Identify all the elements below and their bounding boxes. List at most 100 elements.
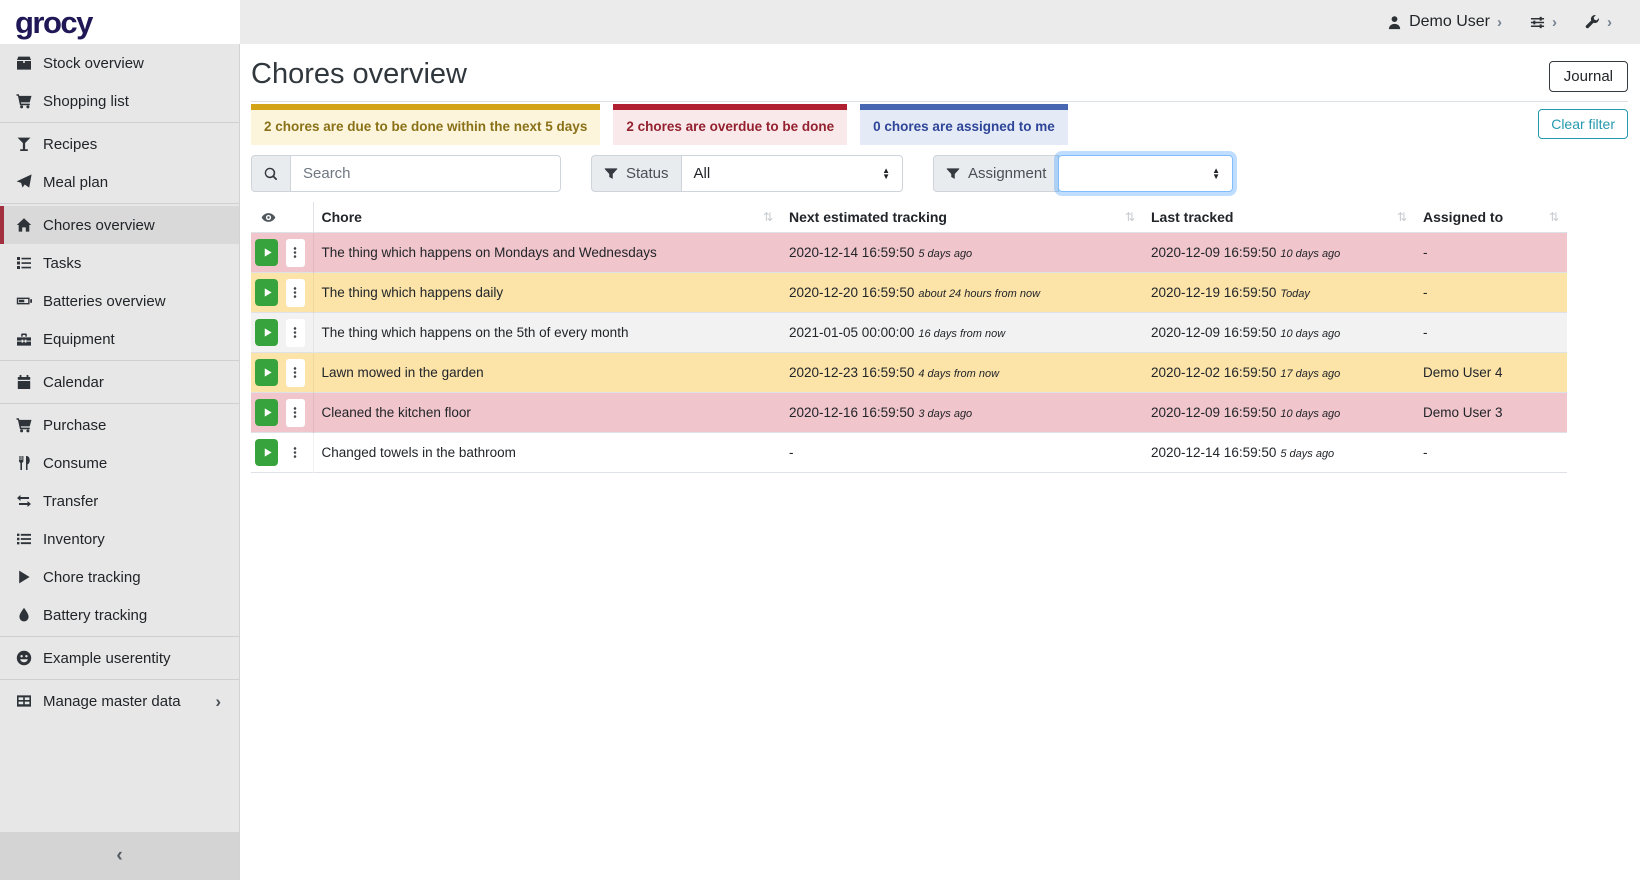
toolbox-icon xyxy=(14,331,34,347)
user-menu[interactable]: Demo User › xyxy=(1387,13,1502,31)
col-header-last-tracked[interactable]: Last tracked ⇅ xyxy=(1143,202,1415,233)
sidebar-item-label: Batteries overview xyxy=(43,293,166,310)
search-prepend xyxy=(251,155,291,192)
sidebar-item-label: Equipment xyxy=(43,331,115,348)
next-estimated-tracking: 2020-12-14 16:59:505 days ago xyxy=(781,233,1143,273)
search-input[interactable] xyxy=(291,155,561,192)
column-visibility-header[interactable] xyxy=(251,202,313,233)
chore-context-menu-button[interactable] xyxy=(286,279,304,307)
chore-context-menu-button[interactable] xyxy=(286,359,304,387)
track-chore-execution-button[interactable] xyxy=(255,279,278,306)
sidebar-item-shopping-list[interactable]: Shopping list xyxy=(0,82,239,120)
assigned-to: - xyxy=(1415,233,1567,273)
chore-row: The thing which happens daily2020-12-20 … xyxy=(251,273,1567,313)
status-prepend: Status xyxy=(591,155,682,192)
sidebar-item-chore-tracking[interactable]: Chore tracking xyxy=(0,558,239,596)
chore-name: Lawn mowed in the garden xyxy=(313,353,781,393)
next-estimated-tracking-value: - xyxy=(789,445,794,460)
banner-row: 2 chores are due to be done within the n… xyxy=(251,104,1628,145)
last-tracked-value: 2020-12-09 16:59:50 xyxy=(1151,325,1276,340)
clear-filter-button[interactable]: Clear filter xyxy=(1538,109,1628,139)
due-soon-banner: 2 chores are due to be done within the n… xyxy=(251,104,600,145)
page-title: Chores overview xyxy=(251,57,467,92)
list-icon xyxy=(14,531,34,547)
last-tracked-value: 2020-12-19 16:59:50 xyxy=(1151,285,1276,300)
battery-icon xyxy=(14,293,34,309)
topbar: grocy Demo User › › › xyxy=(0,0,1640,44)
assignment-filter-group: Assignment ▲▼ xyxy=(933,155,1233,192)
tasks-icon xyxy=(14,255,34,271)
exchange-icon xyxy=(14,493,34,509)
filter-icon xyxy=(604,167,618,181)
last-tracked: 2020-12-09 16:59:5010 days ago xyxy=(1143,313,1415,353)
next-estimated-tracking: 2020-12-16 16:59:503 days ago xyxy=(781,393,1143,433)
sidebar-item-consume[interactable]: Consume xyxy=(0,444,239,482)
chore-context-menu-button[interactable] xyxy=(286,319,304,347)
sidebar-item-battery-tracking[interactable]: Battery tracking xyxy=(0,596,239,634)
col-header-assigned-label: Assigned to xyxy=(1423,209,1503,225)
sidebar-item-label: Manage master data xyxy=(43,693,181,710)
sidebar-item-stock-overview[interactable]: Stock overview xyxy=(0,44,239,82)
sidebar-item-batteries-overview[interactable]: Batteries overview xyxy=(0,282,239,320)
last-tracked: 2020-12-09 16:59:5010 days ago xyxy=(1143,393,1415,433)
col-header-assigned-to[interactable]: Assigned to ⇅ xyxy=(1415,202,1567,233)
overdue-banner: 2 chores are overdue to be done xyxy=(613,104,847,145)
chore-context-menu-button[interactable] xyxy=(286,439,304,467)
sidebar-divider xyxy=(0,403,239,404)
sidebar-item-label: Shopping list xyxy=(43,93,129,110)
sidebar-item-example-userentity[interactable]: Example userentity xyxy=(0,639,239,677)
sliders-icon xyxy=(1530,15,1545,30)
assigned-to: - xyxy=(1415,273,1567,313)
assignment-select[interactable]: ▲▼ xyxy=(1058,155,1233,192)
sidebar-item-label: Tasks xyxy=(43,255,81,272)
col-header-last-label: Last tracked xyxy=(1151,209,1233,225)
chevron-right-icon: › xyxy=(1552,15,1557,30)
sidebar-item-label: Purchase xyxy=(43,417,106,434)
track-chore-execution-button[interactable] xyxy=(255,439,278,466)
sidebar-item-inventory[interactable]: Inventory xyxy=(0,520,239,558)
timeago-text: 3 days ago xyxy=(918,408,972,420)
row-actions xyxy=(251,233,313,273)
last-tracked: 2020-12-02 16:59:5017 days ago xyxy=(1143,353,1415,393)
sort-icon: ⇅ xyxy=(1549,210,1559,224)
sidebar-item-equipment[interactable]: Equipment xyxy=(0,320,239,358)
journal-button[interactable]: Journal xyxy=(1549,61,1628,92)
sidebar-item-label: Chores overview xyxy=(43,217,155,234)
sidebar-item-label: Example userentity xyxy=(43,650,171,667)
sidebar-divider xyxy=(0,122,239,123)
track-chore-execution-button[interactable] xyxy=(255,239,278,266)
sidebar-item-meal-plan[interactable]: Meal plan xyxy=(0,163,239,201)
sidebar-collapse-button[interactable]: ‹ xyxy=(0,832,239,880)
chores-table-body: The thing which happens on Mondays and W… xyxy=(251,233,1567,473)
chore-context-menu-button[interactable] xyxy=(286,239,304,267)
last-tracked-value: 2020-12-09 16:59:50 xyxy=(1151,405,1276,420)
next-estimated-tracking-value: 2020-12-20 16:59:50 xyxy=(789,285,914,300)
sidebar-item-recipes[interactable]: Recipes xyxy=(0,125,239,163)
cocktail-icon xyxy=(14,136,34,152)
last-tracked: 2020-12-19 16:59:50Today xyxy=(1143,273,1415,313)
row-actions xyxy=(251,313,313,353)
settings-menu[interactable]: › xyxy=(1530,15,1557,30)
track-chore-execution-button[interactable] xyxy=(255,399,278,426)
status-select[interactable]: All ▲▼ xyxy=(682,155,903,192)
track-chore-execution-button[interactable] xyxy=(255,359,278,386)
next-estimated-tracking-value: 2020-12-23 16:59:50 xyxy=(789,365,914,380)
main-content: Chores overview Journal 2 chores are due… xyxy=(241,44,1640,880)
col-header-next-tracking[interactable]: Next estimated tracking ⇅ xyxy=(781,202,1143,233)
sidebar-item-label: Meal plan xyxy=(43,174,108,191)
track-chore-execution-button[interactable] xyxy=(255,319,278,346)
sidebar-item-tasks[interactable]: Tasks xyxy=(0,244,239,282)
sidebar-item-transfer[interactable]: Transfer xyxy=(0,482,239,520)
sidebar-item-manage-master-data[interactable]: Manage master data › xyxy=(0,682,239,720)
col-header-chore[interactable]: Chore ⇅ xyxy=(313,202,781,233)
next-estimated-tracking: 2021-01-05 00:00:0016 days from now xyxy=(781,313,1143,353)
admin-menu[interactable]: › xyxy=(1585,15,1612,30)
sidebar-item-calendar[interactable]: Calendar xyxy=(0,363,239,401)
select-arrows-icon: ▲▼ xyxy=(882,168,890,180)
sidebar-item-purchase[interactable]: Purchase xyxy=(0,406,239,444)
row-actions xyxy=(251,353,313,393)
chevron-right-icon: › xyxy=(215,693,227,710)
chore-context-menu-button[interactable] xyxy=(286,399,304,427)
grocy-logo[interactable]: grocy xyxy=(15,7,92,38)
sidebar-item-chores-overview[interactable]: Chores overview xyxy=(0,206,239,244)
